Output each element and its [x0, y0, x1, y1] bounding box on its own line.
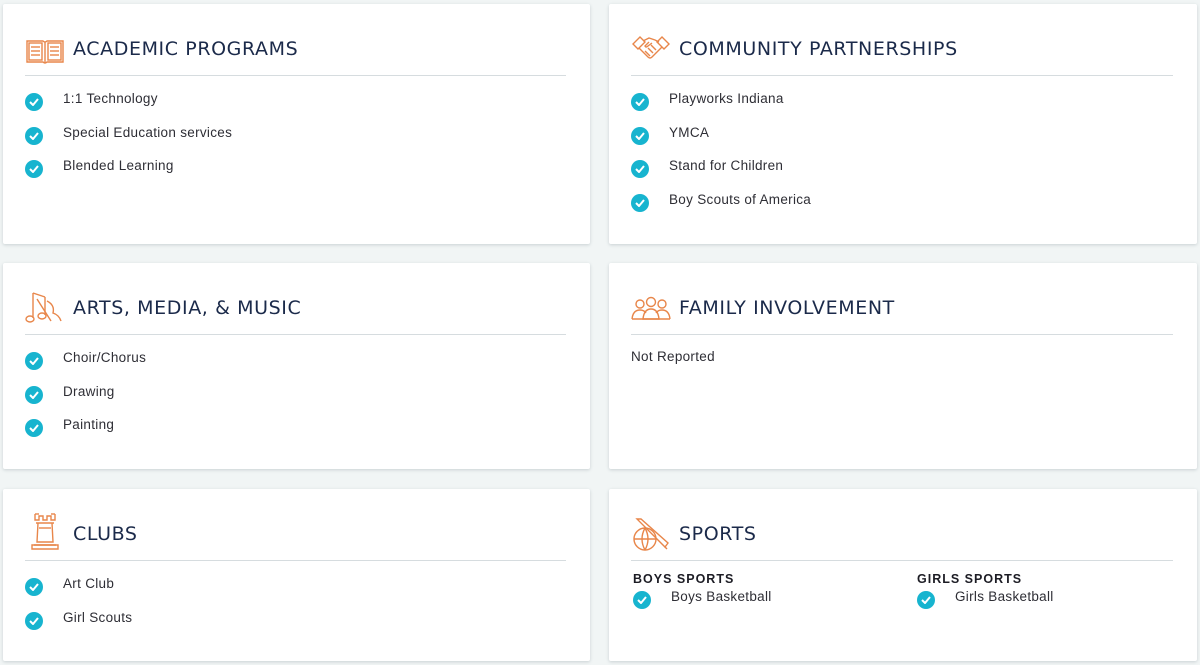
list-item: Girl Scouts [25, 607, 132, 641]
list-item: Boy Scouts of America [631, 189, 811, 223]
card-title: ARTS, MEDIA, & MUSIC [73, 297, 302, 319]
list-item: Blended Learning [25, 155, 232, 189]
card-title: SPORTS [679, 523, 757, 545]
check-circle-icon [631, 194, 649, 213]
boys-sports-column: BOYS SPORTS Boys Basketball [633, 572, 772, 611]
item-list: 1:1 Technology Special Education service… [25, 88, 232, 189]
item-label: Painting [63, 417, 115, 433]
card-clubs: CLUBS Art Club Girl Scouts [3, 489, 590, 661]
item-label: Choir/Chorus [63, 350, 147, 365]
item-label: YMCA [669, 124, 710, 140]
card-sports: SPORTS BOYS SPORTS Boys Basketball GIRLS… [609, 489, 1197, 661]
list-item: Art Club [25, 573, 132, 607]
card-title: ACADEMIC PROGRAMS [73, 38, 299, 60]
check-circle-icon [25, 611, 43, 630]
item-label: Stand for Children [669, 158, 784, 174]
check-circle-icon [631, 126, 649, 145]
card-header: CLUBS [25, 511, 566, 561]
check-circle-icon [25, 352, 43, 370]
music-note-icon [25, 291, 65, 327]
check-circle-icon [631, 93, 649, 111]
item-list: Playworks Indiana YMCA Stand for Childre… [631, 88, 811, 223]
card-header: FAMILY INVOLVEMENT [631, 285, 1173, 335]
girls-sports-column: GIRLS SPORTS Girls Basketball [917, 572, 1054, 611]
card-header: ARTS, MEDIA, & MUSIC [25, 285, 566, 335]
check-circle-icon [25, 160, 43, 179]
check-circle-icon [633, 591, 651, 609]
check-circle-icon [25, 126, 43, 145]
item-label: Blended Learning [63, 158, 174, 174]
item-label: Art Club [63, 576, 115, 591]
card-title: FAMILY INVOLVEMENT [679, 297, 895, 319]
card-header: ACADEMIC PROGRAMS [25, 26, 566, 76]
check-circle-icon [917, 591, 935, 609]
item-label: Girls Basketball [955, 589, 1054, 604]
list-item: Special Education services [25, 122, 232, 156]
list-item: Painting [25, 414, 146, 448]
item-list: Art Club Girl Scouts [25, 573, 132, 640]
card-arts-media-music: ARTS, MEDIA, & MUSIC Choir/Chorus Drawin… [3, 263, 590, 469]
list-item: Choir/Chorus [25, 347, 146, 381]
card-title: CLUBS [73, 523, 138, 545]
list-item: Boys Basketball [633, 589, 772, 611]
open-book-icon [25, 32, 65, 68]
family-icon [631, 291, 671, 327]
card-header: SPORTS [631, 511, 1173, 561]
list-item: Drawing [25, 381, 146, 415]
item-label: Boy Scouts of America [669, 192, 812, 208]
not-reported-text: Not Reported [631, 349, 715, 364]
check-circle-icon [25, 419, 43, 438]
list-item: Stand for Children [631, 155, 811, 189]
card-family-involvement: FAMILY INVOLVEMENT Not Reported [609, 263, 1197, 469]
item-label: Boys Basketball [671, 589, 772, 604]
handshake-icon [631, 32, 671, 68]
item-list: Choir/Chorus Drawing Painting [25, 347, 146, 448]
item-label: 1:1 Technology [63, 91, 158, 106]
item-label: Playworks Indiana [669, 91, 784, 106]
check-circle-icon [631, 160, 649, 179]
chess-rook-icon [25, 513, 65, 553]
list-item: Playworks Indiana [631, 88, 811, 122]
check-circle-icon [25, 578, 43, 596]
item-label: Special Education services [63, 124, 233, 140]
card-community-partnerships: COMMUNITY PARTNERSHIPS Playworks Indiana… [609, 4, 1197, 244]
list-item: 1:1 Technology [25, 88, 232, 122]
check-circle-icon [25, 93, 43, 111]
item-label: Girl Scouts [63, 609, 133, 625]
card-title: COMMUNITY PARTNERSHIPS [679, 38, 958, 60]
card-header: COMMUNITY PARTNERSHIPS [631, 26, 1173, 76]
boys-sports-heading: BOYS SPORTS [633, 572, 735, 586]
list-item: Girls Basketball [917, 589, 1054, 611]
card-academic-programs: ACADEMIC PROGRAMS 1:1 Technology Special… [3, 4, 590, 244]
girls-sports-heading: GIRLS SPORTS [917, 572, 1023, 586]
sports-ball-bat-icon [631, 517, 671, 553]
list-item: YMCA [631, 122, 811, 156]
item-label: Drawing [63, 383, 115, 399]
check-circle-icon [25, 385, 43, 404]
